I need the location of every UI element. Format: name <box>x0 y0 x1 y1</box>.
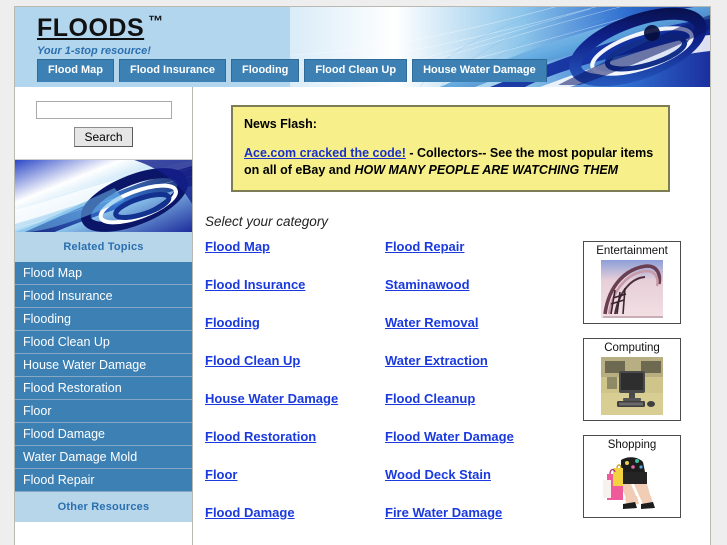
shopper-with-bags-icon <box>601 454 663 512</box>
category-link-water-extraction[interactable]: Water Extraction <box>385 353 565 368</box>
sidebar-item-flood-clean-up[interactable]: Flood Clean Up <box>15 331 192 354</box>
category-link-flood-water-damage[interactable]: Flood Water Damage <box>385 429 565 444</box>
category-columns: Flood Map Flood Insurance Flooding Flood… <box>193 239 710 545</box>
site-branding: FLOODS ™ Your 1-stop resource! <box>37 13 163 57</box>
sidebar-item-flood-repair[interactable]: Flood Repair <box>15 469 192 492</box>
site-header: FLOODS ™ Your 1-stop resource! Flood Map … <box>15 7 710 87</box>
nav-tab-flood-insurance[interactable]: Flood Insurance <box>119 59 226 82</box>
sidebar-heading-related-topics: Related Topics <box>15 232 192 262</box>
search-input[interactable] <box>35 101 172 119</box>
select-category-label: Select your category <box>205 214 329 229</box>
category-link-flood-damage[interactable]: Flood Damage <box>205 505 385 520</box>
ad-label-computing: Computing <box>604 342 660 354</box>
sidebar-item-water-damage-mold[interactable]: Water Damage Mold <box>15 446 192 469</box>
page-body: Search Related Topics Flood Map Flood In… <box>15 87 710 545</box>
category-column-right: Flood Repair Staminawood Water Removal W… <box>385 239 565 545</box>
category-link-flooding[interactable]: Flooding <box>205 315 385 330</box>
category-column-left: Flood Map Flood Insurance Flooding Flood… <box>205 239 385 545</box>
site-title: FLOODS <box>37 14 145 42</box>
category-link-floor[interactable]: Floor <box>205 467 385 482</box>
news-flash-box: News Flash: Ace.com cracked the code! - … <box>231 105 670 192</box>
category-link-water-removal[interactable]: Water Removal <box>385 315 565 330</box>
nav-tab-flooding[interactable]: Flooding <box>230 59 300 82</box>
sidebar-item-flood-insurance[interactable]: Flood Insurance <box>15 285 192 308</box>
category-link-house-water-damage[interactable]: House Water Damage <box>205 391 385 406</box>
ad-label-entertainment: Entertainment <box>596 245 668 257</box>
left-sidebar: Search Related Topics Flood Map Flood In… <box>15 87 193 545</box>
news-flash-emphasis: HOW MANY PEOPLE ARE WATCHING THEM <box>354 163 619 177</box>
category-link-flood-insurance[interactable]: Flood Insurance <box>205 277 385 292</box>
sidebar-item-flooding[interactable]: Flooding <box>15 308 192 331</box>
nav-tab-flood-map[interactable]: Flood Map <box>37 59 114 82</box>
ad-box-computing[interactable]: Computing <box>583 338 681 421</box>
sidebar-heading-other-resources: Other Resources <box>15 492 192 522</box>
category-link-wood-deck-stain[interactable]: Wood Deck Stain <box>385 467 565 482</box>
site-tagline: Your 1-stop resource! <box>37 45 151 57</box>
nav-tab-flood-clean-up[interactable]: Flood Clean Up <box>304 59 408 82</box>
sidebar-item-flood-restoration[interactable]: Flood Restoration <box>15 377 192 400</box>
roller-coaster-icon <box>601 260 663 318</box>
sidebar-item-house-water-damage[interactable]: House Water Damage <box>15 354 192 377</box>
ad-box-shopping[interactable]: Shopping <box>583 435 681 518</box>
news-flash-title: News Flash: <box>244 117 317 131</box>
browser-page: FLOODS ™ Your 1-stop resource! Flood Map … <box>0 0 727 545</box>
category-link-flood-cleanup[interactable]: Flood Cleanup <box>385 391 565 406</box>
sidebar-banner-graphic <box>15 160 192 232</box>
ad-box-entertainment[interactable]: Entertainment <box>583 241 681 324</box>
trademark-symbol: ™ <box>148 13 164 30</box>
category-link-flood-clean-up[interactable]: Flood Clean Up <box>205 353 385 368</box>
news-flash-link[interactable]: Ace.com cracked the code! <box>244 146 406 160</box>
main-navigation: Flood Map Flood Insurance Flooding Flood… <box>37 59 547 82</box>
ad-label-shopping: Shopping <box>607 439 657 451</box>
category-link-flood-map[interactable]: Flood Map <box>205 239 385 254</box>
category-link-flood-restoration[interactable]: Flood Restoration <box>205 429 385 444</box>
search-button[interactable]: Search <box>74 127 133 147</box>
sidebar-item-flood-map[interactable]: Flood Map <box>15 262 192 285</box>
main-content: News Flash: Ace.com cracked the code! - … <box>193 87 710 545</box>
category-link-staminawood[interactable]: Staminawood <box>385 277 565 292</box>
site-container: FLOODS ™ Your 1-stop resource! Flood Map … <box>14 6 711 545</box>
category-link-fire-water-damage[interactable]: Fire Water Damage <box>385 505 565 520</box>
desktop-computer-icon <box>601 357 663 415</box>
nav-tab-house-water-damage[interactable]: House Water Damage <box>412 59 547 82</box>
category-link-flood-repair[interactable]: Flood Repair <box>385 239 565 254</box>
sidebar-item-floor[interactable]: Floor <box>15 400 192 423</box>
sidebar-topic-list: Flood Map Flood Insurance Flooding Flood… <box>15 262 192 492</box>
sidebar-item-flood-damage[interactable]: Flood Damage <box>15 423 192 446</box>
search-panel: Search <box>15 87 192 160</box>
ad-sidebar: Entertainment Computing Shopping <box>583 239 688 545</box>
